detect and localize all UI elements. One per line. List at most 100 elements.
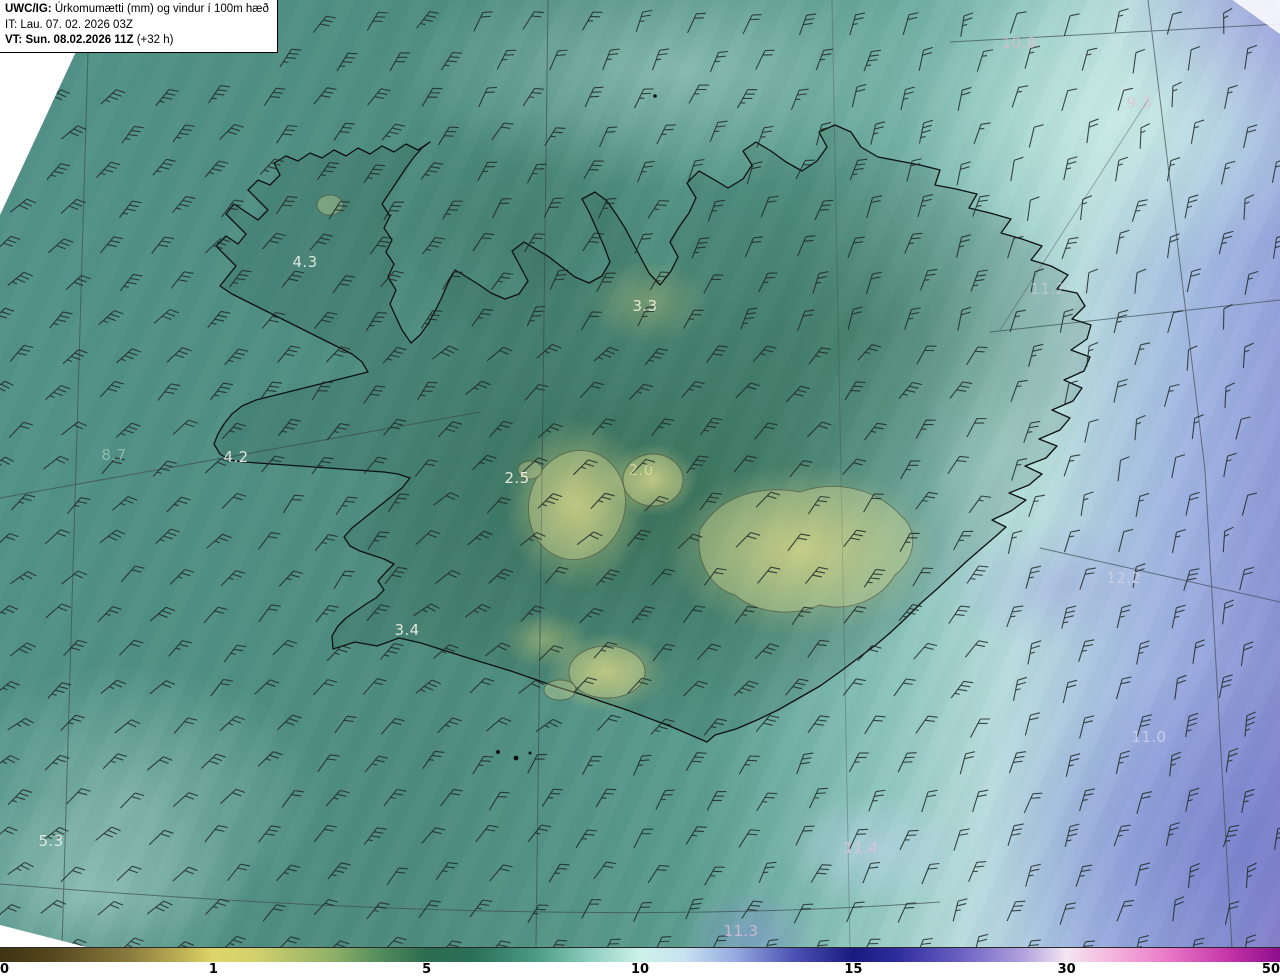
wind-barb	[815, 48, 834, 71]
wind-barb	[651, 418, 675, 436]
wind-barb	[650, 718, 675, 735]
wind-barb	[1223, 8, 1233, 35]
wind-barb	[1185, 787, 1200, 812]
wind-barb	[99, 529, 126, 544]
colorbar-tick: 0	[0, 962, 10, 977]
wind-barb	[471, 308, 494, 327]
wind-barb	[1191, 414, 1204, 440]
wind-barb	[0, 456, 15, 470]
wind-barb	[649, 271, 671, 291]
precip-value-label: 9.3	[1126, 94, 1152, 112]
wind-barb	[756, 792, 778, 812]
wind-barb	[153, 308, 179, 324]
wind-barb	[536, 343, 562, 359]
wind-barb	[166, 347, 192, 363]
wind-barb	[519, 531, 546, 546]
wind-barb	[204, 825, 228, 843]
wind-barb	[737, 89, 758, 109]
wind-barb	[1172, 896, 1185, 922]
wind-barb	[1086, 342, 1099, 367]
wind-barb	[1080, 491, 1094, 516]
wind-barb	[1132, 563, 1146, 588]
wind-barb	[1024, 712, 1040, 736]
wind-barb	[966, 565, 989, 584]
wind-barb	[488, 791, 510, 811]
wind-barb	[755, 491, 781, 508]
wind-barb	[45, 384, 71, 401]
wind-barb	[704, 567, 727, 586]
wind-barb	[1026, 196, 1040, 221]
wind-barb	[900, 86, 915, 111]
wind-barb	[584, 86, 604, 108]
wind-barb	[522, 87, 545, 107]
wind-barb	[685, 826, 707, 845]
wind-barb	[913, 642, 938, 660]
wind-barb	[97, 606, 122, 623]
wind-barb	[757, 566, 781, 584]
wind-barb	[866, 195, 883, 219]
wind-barb	[920, 268, 938, 291]
wind-barb	[433, 644, 459, 659]
wind-barb	[326, 645, 352, 662]
precip-value-label: 8.7	[101, 446, 127, 464]
wind-barb	[422, 750, 445, 769]
wind-barb	[364, 755, 389, 773]
wind-barb	[435, 862, 458, 881]
wind-barb	[704, 866, 725, 886]
wind-barb	[437, 126, 459, 146]
precip-value-label: 12.2	[1106, 569, 1142, 587]
wind-barb	[0, 235, 21, 252]
wind-barb	[707, 199, 725, 222]
wind-barb	[366, 604, 391, 622]
precip-value-label: 11.4	[843, 839, 879, 857]
wind-barb	[61, 570, 88, 585]
wind-barb	[1007, 530, 1023, 554]
colorbar-tick: 15	[844, 962, 863, 977]
colorbar-tick: 50	[1261, 962, 1280, 977]
wind-barb	[1062, 679, 1078, 704]
wind-barb	[227, 863, 251, 881]
wind-barb	[1028, 343, 1044, 367]
wind-barb	[9, 344, 34, 362]
wind-barb	[976, 49, 994, 72]
wind-barb	[655, 789, 675, 810]
wind-barb	[1025, 565, 1042, 589]
wind-barb	[1272, 234, 1280, 259]
wind-barb	[367, 531, 390, 550]
wind-barb	[899, 532, 920, 552]
wind-barb	[956, 234, 971, 258]
wind-barb	[582, 232, 605, 252]
wind-barb	[578, 607, 604, 624]
wind-barb	[973, 933, 989, 947]
wind-barb	[326, 423, 350, 441]
wind-barb	[1135, 492, 1150, 518]
wind-barb	[966, 418, 987, 438]
wind-barb	[7, 271, 33, 286]
wind-barb	[203, 606, 228, 624]
wind-barb	[1242, 342, 1254, 369]
wind-barb	[257, 751, 283, 767]
wind-barb	[862, 861, 881, 884]
wind-barb	[1081, 47, 1098, 71]
wind-barb	[1133, 935, 1149, 947]
wind-barb	[947, 455, 970, 475]
wind-barb	[812, 271, 829, 294]
wind-barb	[487, 940, 511, 947]
wind-barb	[785, 678, 809, 696]
wind-barb	[970, 269, 988, 292]
wind-barb	[696, 643, 722, 660]
wind-barb	[260, 381, 283, 400]
wind-barb	[1136, 714, 1153, 738]
wind-barb	[332, 275, 356, 294]
wind-barb	[1084, 418, 1099, 443]
wind-barb	[527, 904, 549, 924]
wind-barb	[637, 160, 655, 183]
wind-barb	[120, 565, 145, 583]
wind-barb	[1135, 862, 1151, 886]
wind-barb	[170, 271, 194, 289]
wind-barb	[276, 864, 301, 882]
wind-barb	[44, 529, 70, 545]
wind-barb	[921, 789, 938, 813]
wind-barb	[522, 457, 548, 473]
wind-barb	[816, 121, 832, 146]
